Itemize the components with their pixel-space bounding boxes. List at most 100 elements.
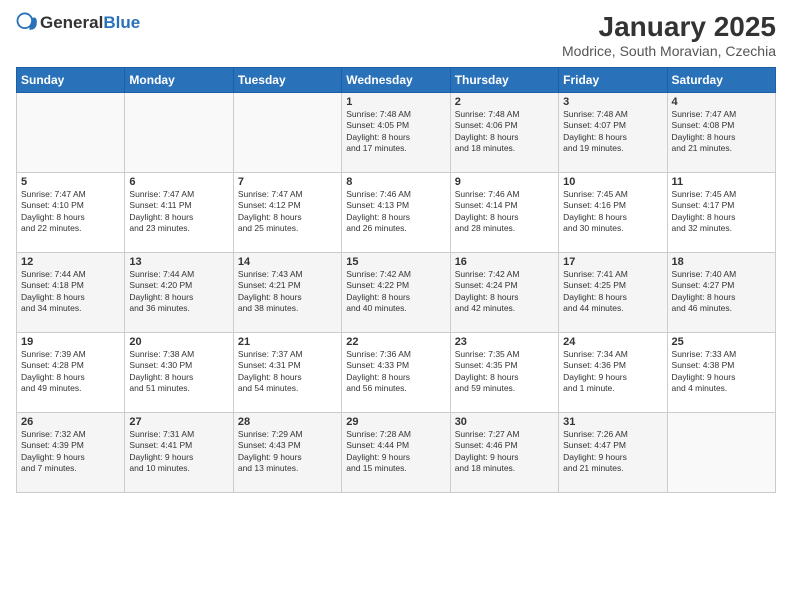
calendar-cell-4-7: 25Sunrise: 7:33 AM Sunset: 4:38 PM Dayli…	[667, 332, 775, 412]
subtitle: Modrice, South Moravian, Czechia	[562, 43, 776, 59]
calendar-cell-3-5: 16Sunrise: 7:42 AM Sunset: 4:24 PM Dayli…	[450, 252, 558, 332]
day-number: 1	[346, 96, 445, 108]
day-info: Sunrise: 7:47 AM Sunset: 4:11 PM Dayligh…	[129, 189, 228, 235]
header-friday: Friday	[559, 67, 667, 92]
day-number: 16	[455, 256, 554, 268]
day-number: 29	[346, 416, 445, 428]
week-row-3: 12Sunrise: 7:44 AM Sunset: 4:18 PM Dayli…	[17, 252, 776, 332]
day-number: 31	[563, 416, 662, 428]
day-number: 3	[563, 96, 662, 108]
day-number: 22	[346, 336, 445, 348]
calendar-cell-4-4: 22Sunrise: 7:36 AM Sunset: 4:33 PM Dayli…	[342, 332, 450, 412]
calendar-cell-4-2: 20Sunrise: 7:38 AM Sunset: 4:30 PM Dayli…	[125, 332, 233, 412]
day-number: 8	[346, 176, 445, 188]
calendar-cell-3-1: 12Sunrise: 7:44 AM Sunset: 4:18 PM Dayli…	[17, 252, 125, 332]
day-number: 4	[672, 96, 771, 108]
calendar-cell-3-3: 14Sunrise: 7:43 AM Sunset: 4:21 PM Dayli…	[233, 252, 341, 332]
calendar-cell-3-6: 17Sunrise: 7:41 AM Sunset: 4:25 PM Dayli…	[559, 252, 667, 332]
calendar-cell-2-5: 9Sunrise: 7:46 AM Sunset: 4:14 PM Daylig…	[450, 172, 558, 252]
calendar-cell-2-7: 11Sunrise: 7:45 AM Sunset: 4:17 PM Dayli…	[667, 172, 775, 252]
calendar-cell-4-1: 19Sunrise: 7:39 AM Sunset: 4:28 PM Dayli…	[17, 332, 125, 412]
calendar-cell-1-3	[233, 92, 341, 172]
day-number: 28	[238, 416, 337, 428]
title-block: January 2025 Modrice, South Moravian, Cz…	[562, 12, 776, 59]
weekday-header-row: Sunday Monday Tuesday Wednesday Thursday…	[17, 67, 776, 92]
calendar-cell-1-4: 1Sunrise: 7:48 AM Sunset: 4:05 PM Daylig…	[342, 92, 450, 172]
calendar-cell-4-5: 23Sunrise: 7:35 AM Sunset: 4:35 PM Dayli…	[450, 332, 558, 412]
day-info: Sunrise: 7:44 AM Sunset: 4:20 PM Dayligh…	[129, 269, 228, 315]
day-info: Sunrise: 7:47 AM Sunset: 4:10 PM Dayligh…	[21, 189, 120, 235]
header-thursday: Thursday	[450, 67, 558, 92]
day-info: Sunrise: 7:41 AM Sunset: 4:25 PM Dayligh…	[563, 269, 662, 315]
calendar-cell-5-1: 26Sunrise: 7:32 AM Sunset: 4:39 PM Dayli…	[17, 412, 125, 492]
day-info: Sunrise: 7:26 AM Sunset: 4:47 PM Dayligh…	[563, 429, 662, 475]
day-info: Sunrise: 7:39 AM Sunset: 4:28 PM Dayligh…	[21, 349, 120, 395]
header-saturday: Saturday	[667, 67, 775, 92]
calendar-cell-4-3: 21Sunrise: 7:37 AM Sunset: 4:31 PM Dayli…	[233, 332, 341, 412]
calendar-cell-2-2: 6Sunrise: 7:47 AM Sunset: 4:11 PM Daylig…	[125, 172, 233, 252]
logo-blue-text: Blue	[103, 13, 140, 33]
day-number: 6	[129, 176, 228, 188]
day-info: Sunrise: 7:27 AM Sunset: 4:46 PM Dayligh…	[455, 429, 554, 475]
calendar-cell-5-6: 31Sunrise: 7:26 AM Sunset: 4:47 PM Dayli…	[559, 412, 667, 492]
day-number: 26	[21, 416, 120, 428]
header-monday: Monday	[125, 67, 233, 92]
calendar-cell-5-2: 27Sunrise: 7:31 AM Sunset: 4:41 PM Dayli…	[125, 412, 233, 492]
calendar-cell-5-4: 29Sunrise: 7:28 AM Sunset: 4:44 PM Dayli…	[342, 412, 450, 492]
calendar-cell-5-3: 28Sunrise: 7:29 AM Sunset: 4:43 PM Dayli…	[233, 412, 341, 492]
day-info: Sunrise: 7:42 AM Sunset: 4:22 PM Dayligh…	[346, 269, 445, 315]
calendar-cell-2-1: 5Sunrise: 7:47 AM Sunset: 4:10 PM Daylig…	[17, 172, 125, 252]
day-number: 13	[129, 256, 228, 268]
calendar-cell-3-7: 18Sunrise: 7:40 AM Sunset: 4:27 PM Dayli…	[667, 252, 775, 332]
week-row-2: 5Sunrise: 7:47 AM Sunset: 4:10 PM Daylig…	[17, 172, 776, 252]
day-number: 2	[455, 96, 554, 108]
calendar-cell-3-2: 13Sunrise: 7:44 AM Sunset: 4:20 PM Dayli…	[125, 252, 233, 332]
day-info: Sunrise: 7:46 AM Sunset: 4:13 PM Dayligh…	[346, 189, 445, 235]
calendar-cell-1-1	[17, 92, 125, 172]
day-number: 27	[129, 416, 228, 428]
calendar-cell-2-6: 10Sunrise: 7:45 AM Sunset: 4:16 PM Dayli…	[559, 172, 667, 252]
day-number: 9	[455, 176, 554, 188]
day-number: 12	[21, 256, 120, 268]
day-number: 23	[455, 336, 554, 348]
day-info: Sunrise: 7:48 AM Sunset: 4:06 PM Dayligh…	[455, 109, 554, 155]
day-number: 11	[672, 176, 771, 188]
day-number: 14	[238, 256, 337, 268]
calendar-cell-3-4: 15Sunrise: 7:42 AM Sunset: 4:22 PM Dayli…	[342, 252, 450, 332]
day-info: Sunrise: 7:46 AM Sunset: 4:14 PM Dayligh…	[455, 189, 554, 235]
calendar-cell-1-5: 2Sunrise: 7:48 AM Sunset: 4:06 PM Daylig…	[450, 92, 558, 172]
calendar-cell-2-3: 7Sunrise: 7:47 AM Sunset: 4:12 PM Daylig…	[233, 172, 341, 252]
day-number: 24	[563, 336, 662, 348]
day-number: 5	[21, 176, 120, 188]
day-info: Sunrise: 7:47 AM Sunset: 4:08 PM Dayligh…	[672, 109, 771, 155]
header: GeneralBlue January 2025 Modrice, South …	[16, 12, 776, 59]
day-number: 21	[238, 336, 337, 348]
logo-icon	[16, 12, 38, 34]
day-number: 25	[672, 336, 771, 348]
calendar-cell-1-6: 3Sunrise: 7:48 AM Sunset: 4:07 PM Daylig…	[559, 92, 667, 172]
day-info: Sunrise: 7:28 AM Sunset: 4:44 PM Dayligh…	[346, 429, 445, 475]
header-wednesday: Wednesday	[342, 67, 450, 92]
logo: GeneralBlue	[16, 12, 140, 34]
day-number: 17	[563, 256, 662, 268]
day-number: 20	[129, 336, 228, 348]
week-row-1: 1Sunrise: 7:48 AM Sunset: 4:05 PM Daylig…	[17, 92, 776, 172]
day-info: Sunrise: 7:45 AM Sunset: 4:16 PM Dayligh…	[563, 189, 662, 235]
calendar-cell-4-6: 24Sunrise: 7:34 AM Sunset: 4:36 PM Dayli…	[559, 332, 667, 412]
day-info: Sunrise: 7:32 AM Sunset: 4:39 PM Dayligh…	[21, 429, 120, 475]
day-info: Sunrise: 7:47 AM Sunset: 4:12 PM Dayligh…	[238, 189, 337, 235]
day-number: 15	[346, 256, 445, 268]
day-info: Sunrise: 7:31 AM Sunset: 4:41 PM Dayligh…	[129, 429, 228, 475]
header-sunday: Sunday	[17, 67, 125, 92]
calendar-cell-2-4: 8Sunrise: 7:46 AM Sunset: 4:13 PM Daylig…	[342, 172, 450, 252]
day-info: Sunrise: 7:38 AM Sunset: 4:30 PM Dayligh…	[129, 349, 228, 395]
week-row-5: 26Sunrise: 7:32 AM Sunset: 4:39 PM Dayli…	[17, 412, 776, 492]
calendar-cell-1-7: 4Sunrise: 7:47 AM Sunset: 4:08 PM Daylig…	[667, 92, 775, 172]
day-info: Sunrise: 7:34 AM Sunset: 4:36 PM Dayligh…	[563, 349, 662, 395]
day-number: 7	[238, 176, 337, 188]
calendar: Sunday Monday Tuesday Wednesday Thursday…	[16, 67, 776, 493]
logo-general-text: General	[40, 13, 103, 33]
day-info: Sunrise: 7:43 AM Sunset: 4:21 PM Dayligh…	[238, 269, 337, 315]
calendar-cell-5-7	[667, 412, 775, 492]
day-info: Sunrise: 7:45 AM Sunset: 4:17 PM Dayligh…	[672, 189, 771, 235]
